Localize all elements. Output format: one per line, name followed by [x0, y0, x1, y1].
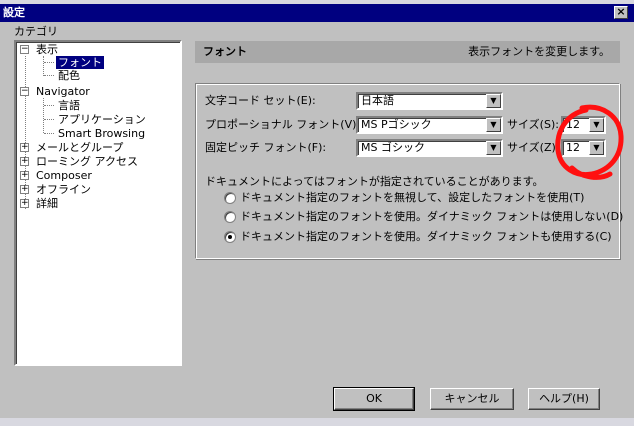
panel-header: フォント 表示フォントを変更します。 [195, 41, 620, 63]
tree-item-label: オフライン [36, 183, 91, 196]
fixed-font-value: MS ゴシック [361, 141, 425, 154]
radio-button-selected[interactable] [224, 231, 236, 243]
chevron-down-icon[interactable]: ▼ [486, 94, 501, 108]
proportional-size-label: サイズ(S): [507, 118, 559, 131]
chevron-down-icon[interactable]: ▼ [486, 141, 501, 155]
proportional-font-value: MS Pゴシック [361, 118, 432, 131]
charset-label: 文字コード セット(E): [205, 94, 316, 107]
expand-icon[interactable]: + [20, 185, 29, 194]
tree-item-label: Smart Browsing [58, 127, 146, 140]
tree-connector [44, 119, 54, 120]
fixed-size-value: 12 [566, 141, 580, 154]
cancel-button[interactable]: キャンセル [430, 388, 514, 410]
radio-label: ドキュメント指定のフォントを無視して、設定したフォントを使用(T) [240, 191, 585, 204]
expand-icon[interactable]: + [20, 143, 29, 152]
tree-connector [44, 62, 54, 63]
chevron-down-icon[interactable]: ▼ [589, 141, 604, 155]
chevron-down-icon[interactable]: ▼ [589, 118, 604, 132]
fixed-font-select[interactable]: MS ゴシック ▼ [356, 139, 503, 157]
tree-item-label: アプリケーション [58, 113, 146, 126]
radio-label: ドキュメント指定のフォントを使用。ダイナミック フォントは使用しない(D) [240, 210, 624, 223]
panel-title: フォント [203, 45, 247, 58]
charset-select[interactable]: 日本語 ▼ [356, 92, 503, 110]
close-icon: × [616, 5, 626, 18]
tree-connector [44, 105, 54, 106]
ok-button[interactable]: OK [333, 387, 415, 411]
tree-item-label: 詳細 [36, 197, 58, 210]
tree-item-label: 表示 [36, 43, 58, 56]
title-bar[interactable]: 設定 × [0, 4, 634, 22]
panel-description: 表示フォントを変更します。 [468, 45, 610, 58]
expand-icon[interactable]: + [20, 171, 29, 180]
font-settings-group: 文字コード セット(E): 日本語 ▼ プロポーショナル フォント(V): MS… [195, 83, 624, 259]
tree-item-label: フォント [56, 56, 104, 69]
chevron-down-icon[interactable]: ▼ [486, 118, 501, 132]
collapse-icon[interactable]: − [20, 45, 29, 54]
fixed-font-label: 固定ピッチ フォント(F): [205, 141, 327, 154]
tree-connector [43, 56, 44, 76]
tree-item-label: メールとグループ [36, 141, 124, 154]
background-window-strip [0, 418, 634, 426]
window-title: 設定 [3, 6, 25, 19]
fixed-size-select[interactable]: 12 ▼ [561, 139, 606, 157]
radio-button[interactable] [224, 192, 236, 204]
proportional-size-value: 12 [566, 118, 580, 131]
category-tree[interactable]: − 表示 フォント 配色 − Navigator 言語 アプリケーション Sma… [14, 40, 182, 366]
tree-item-label: Navigator [36, 85, 90, 98]
radio-button[interactable] [224, 211, 236, 223]
collapse-icon[interactable]: − [20, 87, 29, 96]
expand-icon[interactable]: + [20, 157, 29, 166]
proportional-size-select[interactable]: 12 ▼ [561, 116, 606, 134]
expand-icon[interactable]: + [20, 199, 29, 208]
proportional-font-label: プロポーショナル フォント(V): [205, 118, 361, 131]
category-label: カテゴリ [14, 25, 58, 38]
tree-item-label: ローミング アクセス [36, 155, 138, 168]
close-button[interactable]: × [614, 6, 628, 19]
tree-connector [44, 133, 54, 134]
font-note: ドキュメントによってはフォントが指定されていることがあります。 [205, 175, 544, 188]
proportional-font-select[interactable]: MS Pゴシック ▼ [356, 116, 503, 134]
charset-value: 日本語 [361, 94, 394, 107]
tree-item-label: 言語 [58, 99, 80, 112]
tree-item-label: Composer [36, 169, 92, 182]
radio-label: ドキュメント指定のフォントを使用。ダイナミック フォントも使用する(C) [240, 230, 612, 243]
help-button[interactable]: ヘルプ(H) [528, 388, 600, 410]
tree-connector [43, 98, 44, 133]
tree-connector [44, 75, 54, 76]
tree-item-label: 配色 [58, 69, 80, 82]
fixed-size-label: サイズ(Z): [507, 141, 560, 154]
